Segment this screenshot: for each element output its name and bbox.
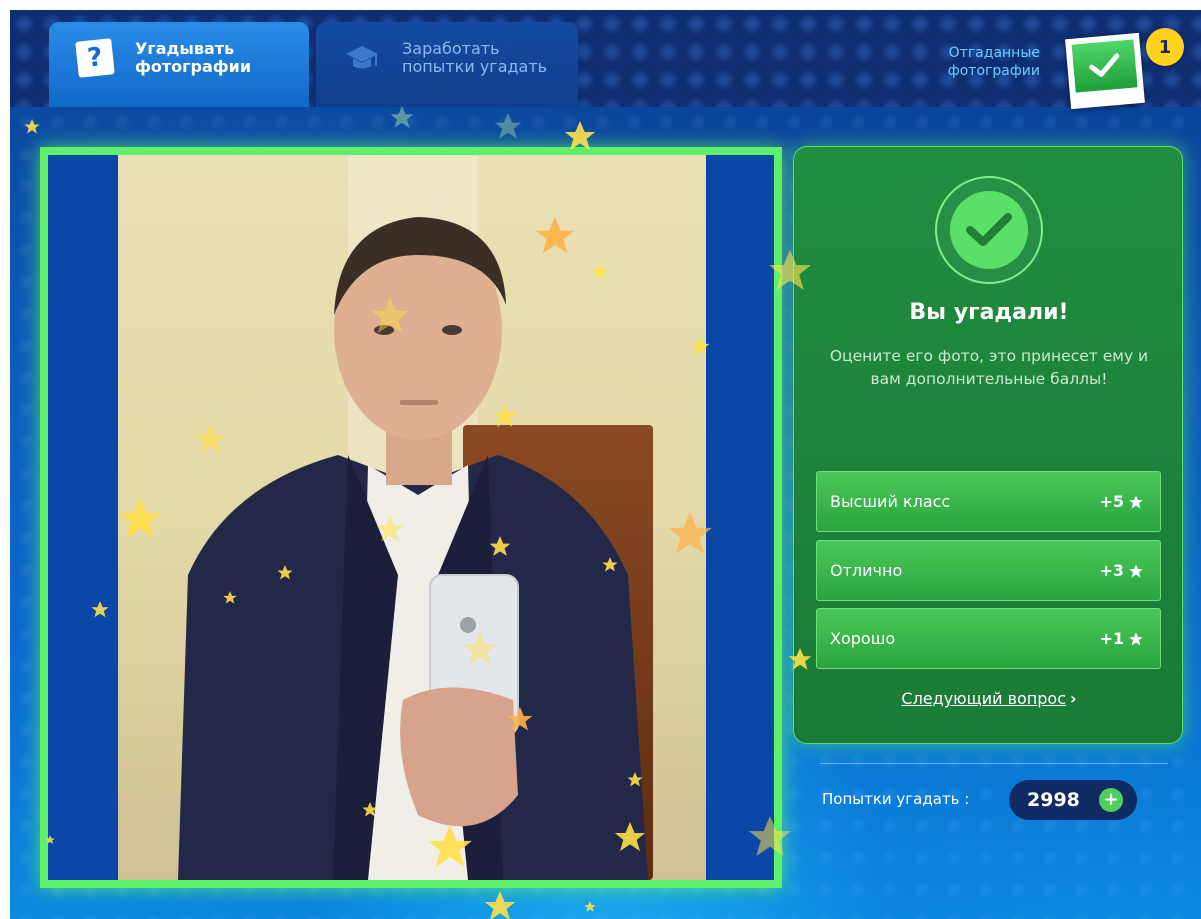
attempts-label: Попытки угадать : [822,790,970,808]
result-description: Оцените его фото, это принесет ему и вам… [829,347,1149,388]
star-icon [1129,494,1143,508]
top-bar: ? Угадывать фотографии Заработать попытк… [10,10,1201,110]
rating-points: +3 [1099,561,1144,580]
attempts-value: 2998 [1027,789,1080,811]
tab-guess-photos[interactable]: ? Угадывать фотографии [49,22,309,107]
guessed-count-badge: 1 [1146,28,1184,66]
guessed-photos-thumbnail[interactable] [1065,32,1145,110]
rate-top-class-button[interactable]: Высший класс +5 [816,471,1161,532]
tab-guess-photos-label: Угадывать фотографии [135,39,252,76]
question-photo-icon: ? [75,38,115,78]
chevron-right-icon: › [1070,689,1077,708]
rate-excellent-button[interactable]: Отлично +3 [816,540,1161,601]
success-check-circle [935,176,1043,284]
add-attempts-button[interactable]: + [1099,788,1123,812]
check-icon [966,213,1012,246]
star-icon [1129,631,1143,645]
person-illustration [178,217,648,880]
rate-good-button[interactable]: Хорошо +1 [816,608,1161,669]
divider [820,763,1168,764]
game-screen: ? Угадывать фотографии Заработать попытк… [10,10,1201,919]
result-panel: Вы угадали! Оцените его фото, это принес… [793,146,1183,744]
rating-label: Хорошо [830,629,896,648]
next-question-link[interactable]: Следующий вопрос › [794,689,1184,708]
star-icon [1129,563,1143,577]
result-title: Вы угадали! [909,300,1069,325]
guessed-photos-link[interactable]: Отгаданные фотографии [928,44,1040,80]
check-icon [1089,53,1120,77]
photo-frame [40,147,782,888]
rating-label: Высший класс [830,492,951,511]
graduation-cap-icon [344,40,380,76]
rating-points: +1 [1099,629,1144,648]
tab-earn-attempts[interactable]: Заработать попытки угадать [316,22,578,107]
rating-label: Отлично [830,561,903,580]
rating-points: +5 [1099,492,1144,511]
guessed-photo [118,155,706,880]
attempts-counter: 2998 + [1009,780,1137,820]
tab-earn-attempts-label: Заработать попытки угадать [402,39,548,76]
